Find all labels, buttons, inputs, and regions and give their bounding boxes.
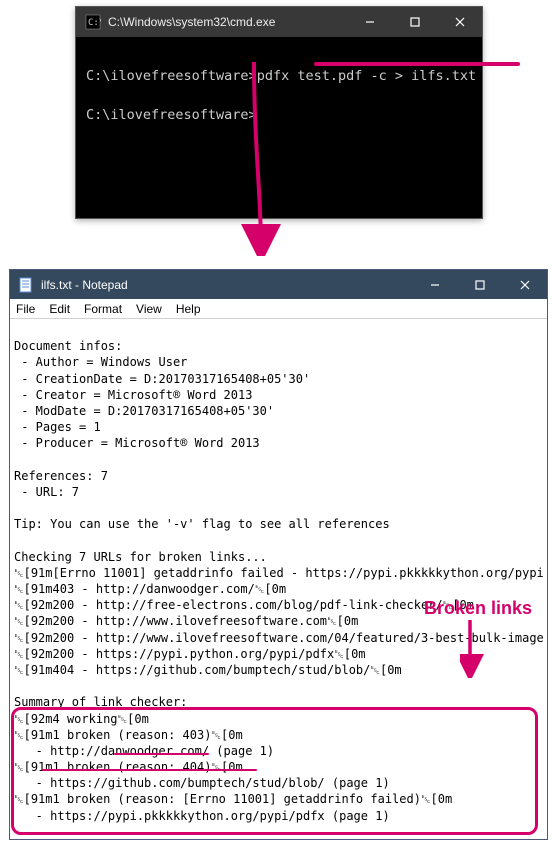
- cmd-title: C:\Windows\system32\cmd.exe: [108, 15, 347, 29]
- maximize-button[interactable]: [392, 7, 437, 37]
- docinfos-author: - Author = Windows User: [14, 355, 187, 369]
- docinfos-pages: - Pages = 1: [14, 420, 101, 434]
- menu-format[interactable]: Format: [84, 302, 122, 316]
- menu-help[interactable]: Help: [176, 302, 201, 316]
- checking-line: Checking 7 URLs for broken links...: [14, 550, 267, 564]
- summary-line: - https://pypi.pkkkkkython.org/pypi/pdfx…: [14, 809, 390, 823]
- summary-line: ␛[91m1 broken (reason: 403)␛[0m: [14, 728, 243, 742]
- minimize-button[interactable]: [347, 7, 392, 37]
- annotation-arrow-down: [239, 60, 295, 256]
- tip-line: Tip: You can use the '-v' flag to see al…: [14, 517, 390, 531]
- menu-view[interactable]: View: [136, 302, 162, 316]
- notepad-window: ilfs.txt - Notepad File Edit Format View…: [9, 269, 548, 840]
- log-line: ␛[91m[Errno 11001] getaddrinfo failed - …: [14, 566, 544, 580]
- close-button[interactable]: [437, 7, 482, 37]
- cmd-window-controls: [347, 7, 482, 37]
- docinfos-creation: - CreationDate = D:20170317165408+05'30': [14, 372, 310, 386]
- notepad-icon: [18, 277, 34, 293]
- cmd-prompt-2: C:\ilovefreesoftware>: [86, 107, 257, 123]
- summary-line: ␛[91m1 broken (reason: [Errno 11001] get…: [14, 792, 452, 806]
- summary-line: ␛[91m1 broken (reason: 404)␛[0m: [14, 760, 243, 774]
- close-button[interactable]: [502, 270, 547, 299]
- notepad-menubar: File Edit Format View Help: [10, 299, 547, 319]
- log-line: ␛[92m200 - https://pypi.python.org/pypi/…: [14, 647, 366, 661]
- log-line: ␛[91m403 - http://danwoodger.com/␛[0m: [14, 582, 286, 596]
- log-line: ␛[91m404 - https://github.com/bumptech/s…: [14, 663, 402, 677]
- summary-line: - https://github.com/bumptech/stud/blob/…: [14, 776, 390, 790]
- cmd-icon: C:\: [85, 14, 101, 30]
- refs-header: References: 7: [14, 469, 108, 483]
- menu-edit[interactable]: Edit: [49, 302, 70, 316]
- maximize-button[interactable]: [457, 270, 502, 299]
- minimize-button[interactable]: [412, 270, 457, 299]
- docinfos-producer: - Producer = Microsoft® Word 2013: [14, 436, 260, 450]
- annotation-arrow-broken: [460, 618, 490, 678]
- refs-url: - URL: 7: [14, 485, 79, 499]
- annotation-underline-url: [42, 769, 257, 771]
- summary-header: Summary of link checker:: [14, 695, 187, 709]
- menu-file[interactable]: File: [16, 302, 35, 316]
- cmd-prompt-1: C:\ilovefreesoftware>: [86, 68, 257, 84]
- notepad-title: ilfs.txt - Notepad: [41, 278, 412, 292]
- annotation-underline-command: [314, 62, 520, 66]
- annotation-underline-reason: [114, 753, 209, 755]
- notepad-titlebar: ilfs.txt - Notepad: [10, 270, 547, 299]
- log-line: ␛[92m200 - http://free-electrons.com/blo…: [14, 598, 474, 612]
- notepad-window-controls: [412, 270, 547, 299]
- summary-line: - http://danwoodger.com/ (page 1): [14, 744, 274, 758]
- cmd-titlebar: C:\ C:\Windows\system32\cmd.exe: [76, 7, 482, 37]
- log-line: ␛[92m200 - http://www.ilovefreesoftware.…: [14, 614, 358, 628]
- svg-text:C:\: C:\: [88, 18, 101, 28]
- annotation-label-broken-links: Broken links: [424, 598, 532, 619]
- docinfos-header: Document infos:: [14, 339, 122, 353]
- docinfos-moddate: - ModDate = D:20170317165408+05'30': [14, 404, 274, 418]
- docinfos-creator: - Creator = Microsoft® Word 2013: [14, 388, 252, 402]
- notepad-text-area[interactable]: Document infos: - Author = Windows User …: [10, 319, 547, 839]
- summary-line: ␛[92m4 working␛[0m: [14, 712, 149, 726]
